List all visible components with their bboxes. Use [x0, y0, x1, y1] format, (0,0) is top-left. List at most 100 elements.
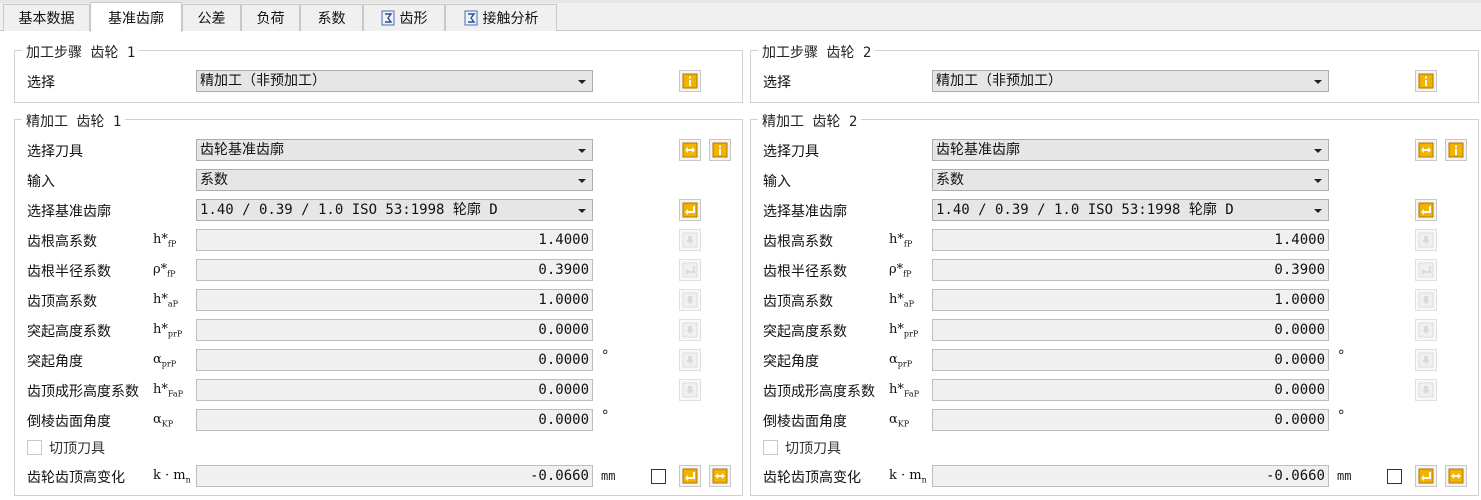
tab-bar: 基本数据 基准齿廓 公差 负荷 系数 齿形 接触分析: [0, 0, 1481, 32]
gear2-row-symbol: αKP: [889, 412, 910, 429]
gear2-tool-swap-button[interactable]: [1415, 139, 1437, 161]
gear2-profile-apply-button[interactable]: [1415, 199, 1437, 221]
gear1-row-enter-button[interactable]: [679, 259, 701, 281]
gear1-tip-cut-checkbox[interactable]: [27, 440, 42, 455]
gear1-addendum-checkbox[interactable]: [651, 469, 666, 484]
gear1-row-symbol: h*prP: [153, 322, 183, 339]
select-value: 齿轮基准齿廓: [936, 142, 1020, 158]
gear2-row-label: 倒棱齿面角度: [763, 414, 847, 430]
gear2-finish-title: 精加工 齿轮 2: [758, 111, 862, 131]
arrow-down-icon: [682, 352, 698, 368]
sigma-doc-icon: [381, 10, 395, 26]
enter-arrow-icon: [682, 202, 698, 218]
gear1-tool-select[interactable]: 齿轮基准齿廓: [196, 139, 593, 161]
gear2-row-label: 齿根半径系数: [763, 264, 847, 280]
gear1-input-label: 输入: [27, 174, 55, 190]
gear2-tool-label: 选择刀具: [763, 144, 819, 160]
gear2-protuberance-angle-field[interactable]: 0.0000: [932, 349, 1329, 371]
gear2-tool-select[interactable]: 齿轮基准齿廓: [932, 139, 1329, 161]
gear2-row-label: 齿顶高系数: [763, 294, 833, 310]
gear1-protuberance-angle-field[interactable]: 0.0000: [196, 349, 593, 371]
info-icon: [1448, 142, 1464, 158]
gear1-addendum-unit: mm: [601, 469, 616, 483]
gear2-profile-select[interactable]: 1.40 / 0.39 / 1.0 ISO 53:1998 轮廓 D: [932, 199, 1329, 221]
gear2-row-label: 突起高度系数: [763, 324, 847, 340]
tab-load[interactable]: 负荷: [241, 4, 300, 31]
gear2-dedendum-field[interactable]: 1.4000: [932, 229, 1329, 251]
gear1-profile-apply-button[interactable]: [679, 199, 701, 221]
gear2-addendum-swap-button[interactable]: [1445, 465, 1467, 487]
gear2-input-select[interactable]: 系数: [932, 169, 1329, 191]
tab-basic-data[interactable]: 基本数据: [3, 4, 90, 31]
select-value: 精加工（非预加工）: [936, 73, 1062, 89]
gear1-tip-form-height-field[interactable]: 0.0000: [196, 379, 593, 401]
gear1-row-unit: °: [601, 348, 610, 364]
gear2-row-down-button[interactable]: [1415, 379, 1437, 401]
gear1-profile-select[interactable]: 1.40 / 0.39 / 1.0 ISO 53:1998 轮廓 D: [196, 199, 593, 221]
gear1-process-select[interactable]: 精加工（非预加工）: [196, 70, 593, 92]
gear2-addendum-symbol: k · mn: [889, 468, 927, 485]
gear1-row-down-button[interactable]: [679, 319, 701, 341]
gear2-row-symbol: ρ*fP: [889, 262, 912, 279]
chevron-down-icon: [578, 149, 586, 153]
gear2-tip-form-height-field[interactable]: 0.0000: [932, 379, 1329, 401]
gear2-process-title: 加工步骤 齿轮 2: [758, 42, 876, 62]
gear1-tool-swap-button[interactable]: [679, 139, 701, 161]
gear1-dedendum-field[interactable]: 1.4000: [196, 229, 593, 251]
gear1-row-down-button[interactable]: [679, 229, 701, 251]
tab-label: 公差: [197, 11, 226, 27]
tab-reference-profile[interactable]: 基准齿廓: [90, 2, 182, 32]
gear2-protuberance-height-field[interactable]: 0.0000: [932, 319, 1329, 341]
gear2-addendum-apply-button[interactable]: [1415, 465, 1437, 487]
gear1-addendum-swap-button[interactable]: [709, 465, 731, 487]
gear1-row-symbol: ρ*fP: [153, 262, 176, 279]
gear1-row-down-button[interactable]: [679, 379, 701, 401]
gear2-row-down-button[interactable]: [1415, 319, 1437, 341]
gear1-root-radius-field[interactable]: 0.3900: [196, 259, 593, 281]
gear1-addendum-coef-field[interactable]: 1.0000: [196, 289, 593, 311]
gear2-process-select[interactable]: 精加工（非预加工）: [932, 70, 1329, 92]
gear2-process-label: 选择: [763, 75, 791, 91]
gear1-protuberance-height-field[interactable]: 0.0000: [196, 319, 593, 341]
arrow-down-icon: [682, 232, 698, 248]
gear2-row-down-button[interactable]: [1415, 229, 1437, 251]
info-icon: [1418, 73, 1434, 89]
gear2-addendum-checkbox[interactable]: [1387, 469, 1402, 484]
gear1-process-info-button[interactable]: [679, 70, 701, 92]
tab-tooth-form[interactable]: 齿形: [363, 4, 445, 31]
gear1-chamfer-angle-field[interactable]: 0.0000: [196, 409, 593, 431]
gear2-row-enter-button[interactable]: [1415, 259, 1437, 281]
gear1-row-label: 突起高度系数: [27, 324, 111, 340]
gear2-process-info-button[interactable]: [1415, 70, 1437, 92]
gear2-addendum-coef-field[interactable]: 1.0000: [932, 289, 1329, 311]
gear2-root-radius-field[interactable]: 0.3900: [932, 259, 1329, 281]
gear1-row-down-button[interactable]: [679, 349, 701, 371]
gear1-row-symbol: h*FaP: [153, 382, 184, 399]
arrow-down-icon: [1418, 292, 1434, 308]
gear1-addendum-apply-button[interactable]: [679, 465, 701, 487]
gear1-tool-info-button[interactable]: [709, 139, 731, 161]
chevron-down-icon: [578, 209, 586, 213]
swap-arrows-icon: [712, 468, 728, 484]
gear1-row-down-button[interactable]: [679, 289, 701, 311]
gear1-row-label: 齿根半径系数: [27, 264, 111, 280]
gear2-tip-cut-checkbox[interactable]: [763, 440, 778, 455]
gear2-row-down-button[interactable]: [1415, 349, 1437, 371]
gear2-chamfer-angle-field[interactable]: 0.0000: [932, 409, 1329, 431]
tab-factors[interactable]: 系数: [300, 4, 363, 31]
enter-arrow-icon: [682, 262, 698, 278]
tabbar-top-strip: [0, 0, 1481, 3]
gear1-input-select[interactable]: 系数: [196, 169, 593, 191]
gear2-row-down-button[interactable]: [1415, 289, 1437, 311]
gear1-addendum-symbol: k · mn: [153, 468, 191, 485]
gear1-row-symbol: αKP: [153, 412, 174, 429]
gear1-profile-label: 选择基准齿廓: [27, 204, 111, 220]
gear2-tool-info-button[interactable]: [1445, 139, 1467, 161]
gear1-tip-cut-label: 切顶刀具: [49, 441, 105, 457]
gear2-addendum-change-field[interactable]: -0.0660: [932, 465, 1329, 487]
chevron-down-icon: [578, 80, 586, 84]
tab-contact-analysis[interactable]: 接触分析: [445, 4, 557, 31]
gear1-addendum-change-field[interactable]: -0.0660: [196, 465, 593, 487]
tab-tolerance[interactable]: 公差: [182, 4, 241, 31]
gear1-row-label: 齿顶高系数: [27, 294, 97, 310]
